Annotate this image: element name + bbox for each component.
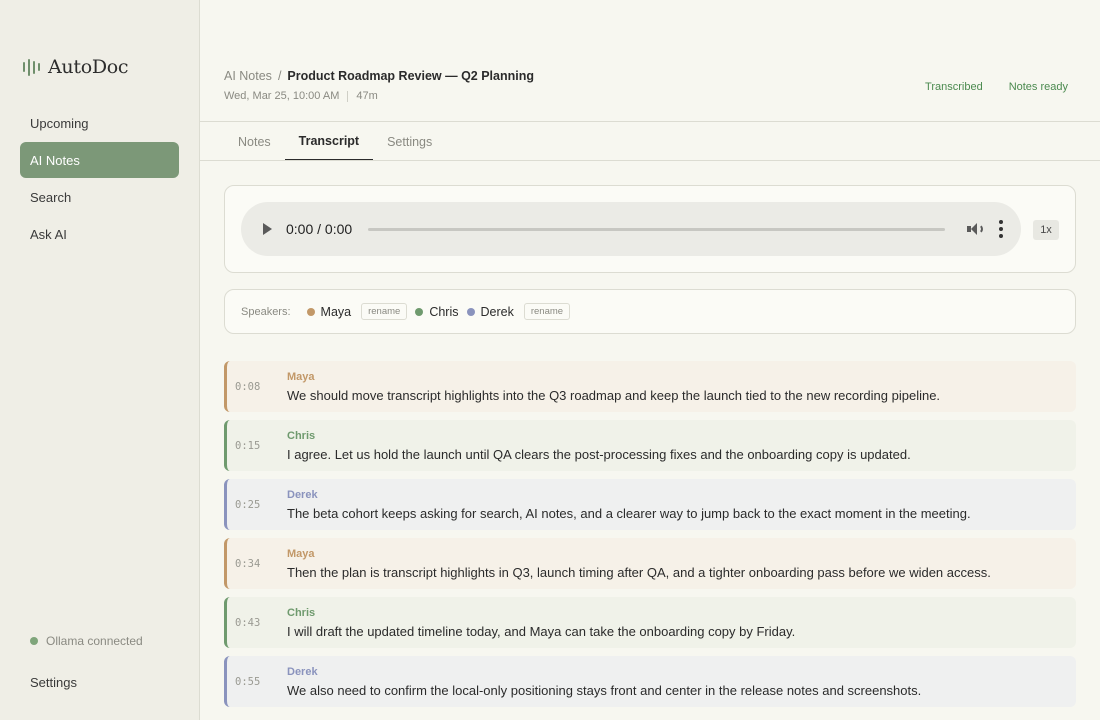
sidebar-item-ai-notes[interactable]: AI Notes	[20, 142, 179, 178]
main-content: AI Notes / Product Roadmap Review — Q2 P…	[200, 0, 1100, 720]
tab-settings[interactable]: Settings	[373, 122, 446, 161]
tab-divider	[200, 160, 1100, 161]
transcript-segment[interactable]: 0:25 Derek The beta cohort keeps asking f…	[224, 479, 1076, 530]
speaker-derek: Derek	[466, 304, 514, 319]
audio-player-card: 0:00 / 0:00 1x	[224, 185, 1076, 273]
segment-timestamp[interactable]: 0:15	[227, 420, 287, 471]
segment-text: The beta cohort keeps asking for search,…	[287, 505, 971, 521]
ollama-status: Ollama connected	[30, 634, 143, 648]
segment-timestamp[interactable]: 0:34	[227, 538, 287, 589]
transcript-segment[interactable]: 0:15 Chris I agree. Let us hold the launc…	[224, 420, 1076, 471]
segment-text: We also need to confirm the local-only p…	[287, 682, 922, 698]
tab-notes[interactable]: Notes	[224, 122, 285, 161]
segment-speaker: Maya	[287, 370, 315, 383]
transcript-segment[interactable]: 0:55 Derek We also need to confirm the lo…	[224, 656, 1076, 707]
speaker-color-dot	[466, 307, 475, 316]
sidebar-item-search[interactable]: Search	[20, 179, 179, 215]
transcript-segment[interactable]: 0:34 Maya Then the plan is transcript hig…	[224, 538, 1076, 589]
status-badge-notes-ready: Notes ready	[1008, 81, 1068, 93]
playback-speed-button[interactable]: 1x	[1033, 220, 1059, 240]
speakers-label: Speakers:	[241, 305, 291, 318]
brand: AutoDoc	[23, 56, 129, 78]
transcript-segment[interactable]: 0:08 Maya We should move transcript highl…	[224, 361, 1076, 412]
segment-text: Then the plan is transcript highlights i…	[287, 564, 991, 580]
play-icon[interactable]	[263, 223, 272, 235]
breadcrumb: AI Notes / Product Roadmap Review — Q2 P…	[224, 69, 534, 83]
segment-text: We should move transcript highlights int…	[287, 387, 941, 403]
meeting-duration: 47m	[356, 90, 378, 102]
transcript-list: 0:08 Maya We should move transcript highl…	[224, 361, 1076, 715]
sidebar: AutoDoc Upcoming AI Notes Search Ask AI …	[0, 0, 200, 720]
meeting-meta: Wed, Mar 25, 10:00 AM 47m	[224, 90, 378, 102]
rename-maya-button[interactable]: rename	[361, 303, 408, 320]
tab-bar: Notes Transcript Settings	[224, 122, 446, 161]
breadcrumb-ai-notes[interactable]: AI Notes	[224, 69, 272, 83]
more-options-icon[interactable]	[999, 220, 1003, 238]
audio-player: 0:00 / 0:00	[241, 202, 1021, 256]
speaker-maya: Maya	[306, 304, 352, 319]
speaker-color-dot	[306, 307, 315, 316]
segment-timestamp[interactable]: 0:25	[227, 479, 287, 530]
page-header: AI Notes / Product Roadmap Review — Q2 P…	[200, 0, 1100, 122]
sidebar-item-settings[interactable]: Settings	[20, 669, 179, 695]
segment-timestamp[interactable]: 0:43	[227, 597, 287, 648]
segment-timestamp[interactable]: 0:55	[227, 656, 287, 707]
waveform-icon	[23, 57, 40, 77]
meta-divider	[347, 90, 349, 102]
transcript-segment[interactable]: 0:43 Chris I will draft the updated timel…	[224, 597, 1076, 648]
brand-name: AutoDoc	[48, 56, 129, 78]
segment-speaker: Chris	[287, 606, 316, 619]
segment-timestamp[interactable]: 0:08	[227, 361, 287, 412]
volume-icon[interactable]	[965, 221, 983, 237]
sidebar-nav: Upcoming AI Notes Search Ask AI	[20, 105, 179, 253]
speaker-name: Derek	[480, 304, 514, 319]
speaker-chris: Chris	[415, 304, 459, 319]
tab-transcript[interactable]: Transcript	[284, 122, 374, 161]
segment-text: I will draft the updated timeline today,…	[287, 623, 796, 639]
speakers-bar: Speakers: Maya rename Chris Derek rename	[224, 289, 1076, 334]
breadcrumb-separator: /	[277, 69, 282, 83]
segment-speaker: Chris	[287, 429, 316, 442]
seek-bar[interactable]	[368, 227, 945, 231]
rename-derek-button[interactable]: rename	[523, 303, 571, 320]
speaker-color-dot	[415, 307, 424, 316]
segment-speaker: Derek	[287, 488, 318, 501]
speaker-name: Chris	[429, 304, 459, 319]
segment-text: I agree. Let us hold the launch until QA…	[287, 446, 911, 462]
ollama-status-text: Ollama connected	[46, 634, 143, 648]
speaker-name: Maya	[320, 304, 352, 319]
status-dot-icon	[30, 637, 38, 645]
segment-speaker: Derek	[287, 665, 318, 678]
status-badge-transcribed: Transcribed	[925, 81, 983, 93]
meeting-date: Wed, Mar 25, 10:00 AM	[224, 90, 340, 102]
status-badges: Transcribed Notes ready	[925, 81, 1068, 93]
page-title: Product Roadmap Review — Q2 Planning	[287, 69, 534, 83]
sidebar-item-ask-ai[interactable]: Ask AI	[20, 216, 179, 252]
sidebar-item-upcoming[interactable]: Upcoming	[20, 105, 179, 141]
playback-time: 0:00 / 0:00	[286, 221, 353, 237]
segment-speaker: Maya	[287, 547, 315, 560]
